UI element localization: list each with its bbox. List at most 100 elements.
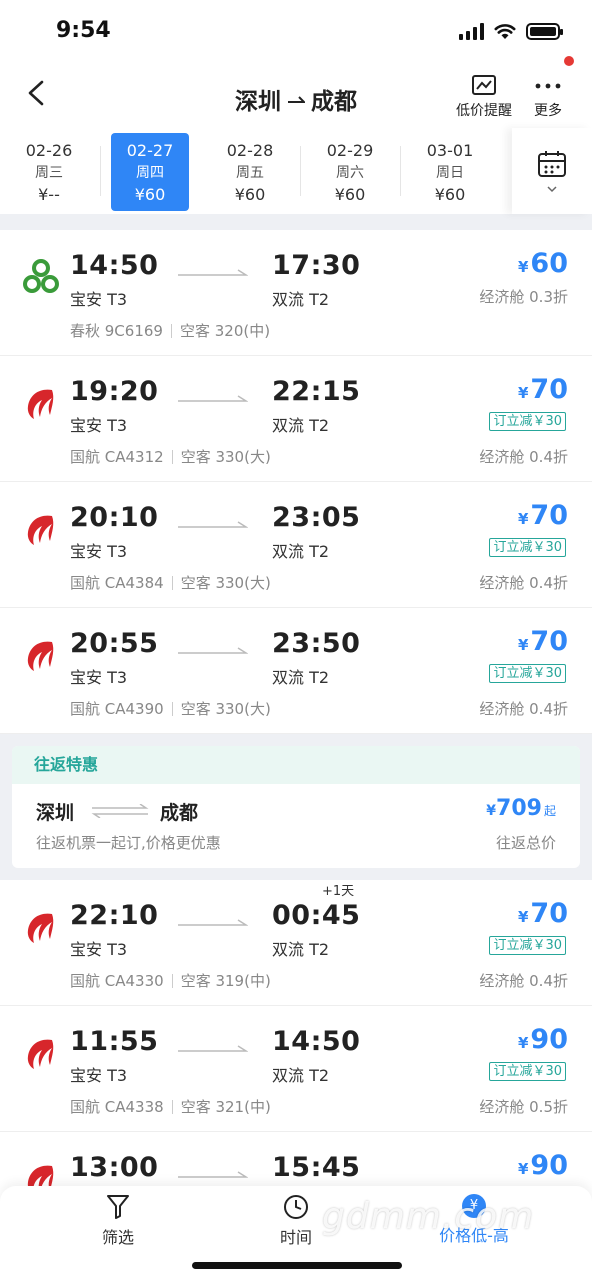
price-amount: 709 [496,796,542,821]
date-price: ¥60 [434,185,466,204]
arrival-airport: 双流 T2 [272,290,330,309]
date-tab[interactable]: 03-01 周日 ¥60 [411,133,489,211]
one-way-arrow-icon [288,96,305,103]
flight-card[interactable]: 20:55 宝安 T3 23:50 双流 T2 国航 CA4390 空客 330(… [0,608,592,734]
round-trip-card[interactable]: 往返特惠 深圳 成都 往返机票一起订,价格更优惠 ¥709 起 往返总价 [12,746,580,868]
battery-icon [526,22,563,40]
home-indicator [192,1262,402,1269]
price-amount: 70 [530,626,568,657]
cabin-discount: 经济舱 0.4折 [479,972,568,990]
flight-price: ¥70 [518,500,568,531]
price-currency: ¥ [517,908,529,926]
date-tab[interactable]: 02-28 周五 ¥60 [211,133,289,211]
route-to: 成都 [311,89,357,115]
spring-airlines-logo-icon [23,259,59,293]
weekday-label: 周日 [436,165,464,181]
flight-arrow-icon [178,647,248,654]
route-from: 深圳 [235,89,281,115]
more-dots-icon [535,83,561,89]
status-icons [459,22,563,40]
flight-price: ¥70 [518,898,568,929]
discount-tag: 订立减￥30 [489,538,566,557]
price-alert-button[interactable]: 低价提醒 [456,74,512,120]
calendar-icon [538,151,566,177]
departure-time: 14:50 [70,250,159,281]
more-button[interactable]: 更多 [533,74,563,120]
departure-time: 11:55 [70,1026,159,1057]
cellular-signal-icon [459,22,484,40]
flight-card[interactable]: 11:55 宝安 T3 14:50 双流 T2 国航 CA4338 空客 321(… [0,1006,592,1132]
cabin-discount: 经济舱 0.4折 [479,448,568,466]
flight-card[interactable]: 22:10 宝安 T3 +1天 00:45 双流 T2 国航 CA4330 空客 … [0,880,592,1006]
departure-time: 20:10 [70,502,159,533]
nav-bar: 深圳 成都 低价提醒 更多 [0,56,592,128]
price-amount: 60 [530,248,568,279]
flight-info: 春秋 9C6169 空客 320(中) [70,320,270,341]
flight-arrow-icon [178,521,248,528]
flight-arrow-icon [178,1171,248,1178]
aircraft-type: 空客 321(中) [180,1098,271,1116]
price-amount: 70 [530,374,568,405]
arrival-time: 17:30 [272,250,361,281]
arrival-time: 23:50 [272,628,361,659]
price-amount: 70 [530,500,568,531]
aircraft-type: 空客 330(大) [180,448,271,466]
notification-dot [564,56,574,66]
price-alert-label: 低价提醒 [456,103,512,119]
date-price: ¥60 [134,185,166,204]
flight-arrow-icon [178,1045,248,1052]
flight-info: 国航 CA4330 空客 319(中) [70,970,271,991]
arrival-time: 00:45 [272,900,361,931]
chevron-down-icon [547,186,557,193]
status-time: 9:54 [56,18,111,43]
arrival-airport: 双流 T2 [272,1066,330,1085]
departure-airport: 宝安 T3 [70,1066,128,1085]
promo-total-label: 往返总价 [495,834,556,852]
flight-card[interactable]: 14:50 宝安 T3 17:30 双流 T2 春秋 9C6169 空客 320(… [0,230,592,356]
flight-price: ¥70 [518,374,568,405]
discount-tag: 订立减￥30 [489,412,566,431]
date-label: 02-29 [326,141,374,160]
flight-info: 国航 CA4312 空客 330(大) [70,446,271,467]
price-currency: ¥ [517,258,529,276]
flight-arrow-icon [178,919,248,926]
air-china-logo-icon [27,1039,54,1069]
date-tab-selected[interactable]: 02-27 周四 ¥60 [111,133,189,211]
departure-airport: 宝安 T3 [70,416,128,435]
weekday-label: 周五 [236,165,264,181]
flight-arrow-icon [178,269,248,276]
discount-tag: 订立减￥30 [489,664,566,683]
more-label: 更多 [534,103,562,119]
filter-tab[interactable]: 筛选 [48,1194,188,1248]
arrival-airport: 双流 T2 [272,668,330,687]
flight-card[interactable]: 20:10 宝安 T3 23:05 双流 T2 国航 CA4384 空客 330(… [0,482,592,608]
date-price: ¥60 [234,185,266,204]
aircraft-type: 空客 320(中) [179,322,271,340]
watermark: gdmm.com [322,1196,535,1237]
flight-card[interactable]: 19:20 宝安 T3 22:15 双流 T2 国航 CA4312 空客 330(… [0,356,592,482]
date-strip: 02-26 周三 ¥-- 02-27 周四 ¥60 02-28 周五 ¥60 0… [0,128,592,214]
date-divider [100,146,101,196]
promo-heading: 往返特惠 [12,746,580,784]
air-china-logo-icon [27,389,54,419]
aircraft-type: 空客 319(中) [180,972,271,990]
flight-number: 国航 CA4384 [70,574,164,592]
air-china-logo-icon [27,641,54,671]
date-tab[interactable]: 02-26 周三 ¥-- [10,133,88,211]
arrival-airport: 双流 T2 [272,940,330,959]
price-amount: 70 [530,898,568,929]
arrival-time: 22:15 [272,376,361,407]
price-trend-icon [472,75,496,95]
arrival-airport: 双流 T2 [272,416,330,435]
arrival-time: 23:05 [272,502,361,533]
price-amount: 90 [530,1024,568,1055]
flight-number: 国航 CA4390 [70,700,164,718]
calendar-button[interactable] [512,128,592,214]
air-china-logo-icon [27,515,54,545]
date-label: 02-28 [226,141,274,160]
departure-airport: 宝安 T3 [70,668,128,687]
flight-price: ¥70 [518,626,568,657]
date-tab[interactable]: 02-29 周六 ¥60 [311,133,389,211]
flight-info: 国航 CA4338 空客 321(中) [70,1096,271,1117]
flight-price: ¥90 [518,1150,568,1181]
